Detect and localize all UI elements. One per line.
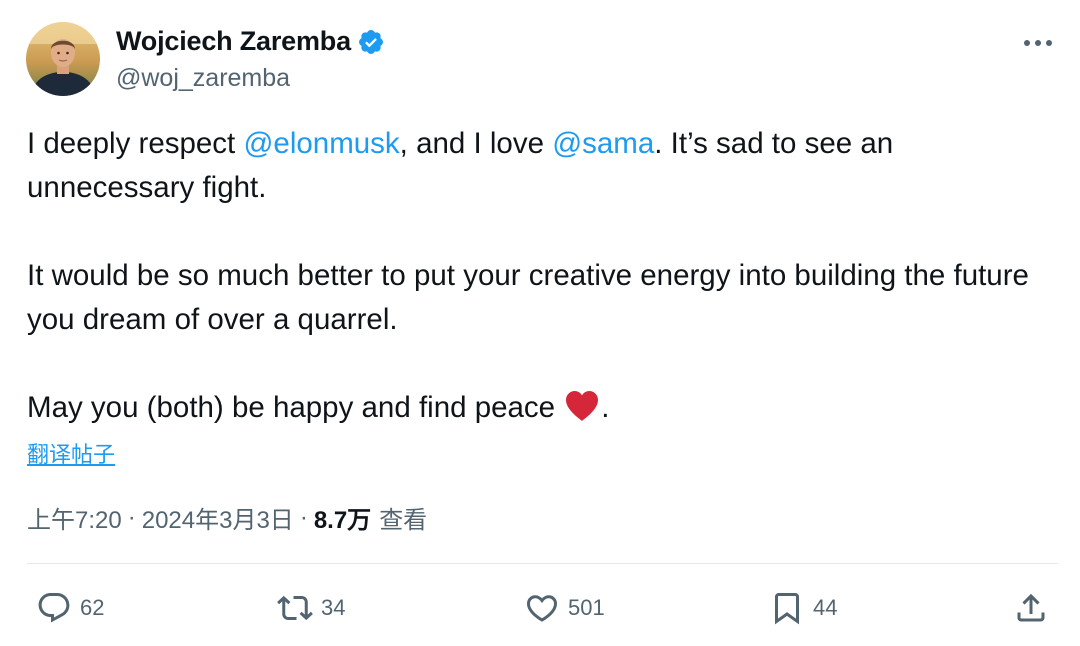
tweet-header: Wojciech Zaremba @woj_zaremba [26, 22, 1060, 98]
tweet-paragraph-2: It would be so much better to put your c… [27, 259, 1029, 336]
text-segment: May you (both) be happy and find peace [27, 391, 564, 424]
divider [27, 563, 1058, 564]
retweet-icon [277, 595, 313, 621]
tweet-paragraph-3: May you (both) be happy and find peace . [27, 386, 1047, 430]
more-options-button[interactable] [1020, 28, 1056, 58]
reply-button[interactable]: 62 [36, 586, 104, 630]
text-segment: I deeply respect [27, 127, 244, 160]
meta-separator: · [299, 503, 308, 531]
tweet-time[interactable]: 上午7:20 [27, 500, 122, 535]
tweet-date[interactable]: 2024年3月3日 [142, 500, 294, 535]
avatar[interactable] [26, 22, 100, 96]
views-count[interactable]: 8.7万 [314, 500, 371, 535]
reply-icon [38, 593, 70, 623]
author-handle[interactable]: @woj_zaremba [116, 64, 290, 93]
bookmark-count: 44 [813, 595, 838, 620]
display-name[interactable]: Wojciech Zaremba [116, 26, 351, 57]
text-segment: , and I love [399, 127, 553, 160]
action-bar: 62 34 501 44 [0, 586, 1080, 630]
name-row: Wojciech Zaremba [116, 26, 385, 57]
mention-sama[interactable]: @sama [552, 127, 654, 160]
translate-post-link[interactable]: 翻译帖子 [27, 437, 115, 469]
bookmark-button[interactable]: 44 [769, 586, 837, 630]
reply-count: 62 [80, 595, 105, 620]
heart-icon [526, 595, 558, 622]
views-label: 查看 [379, 507, 428, 534]
text-segment: . [601, 391, 610, 424]
more-horizontal-icon [1024, 40, 1052, 46]
bookmark-icon [775, 593, 799, 625]
retweet-count: 34 [321, 595, 346, 620]
meta-separator: · [127, 503, 136, 531]
tweet-text: I deeply respect @elonmusk, and I love @… [27, 122, 1047, 430]
red-heart-emoji-icon [564, 389, 600, 423]
like-count: 501 [568, 595, 605, 620]
retweet-button[interactable]: 34 [277, 586, 345, 630]
tweet-paragraph-1: I deeply respect @elonmusk, and I love @… [27, 122, 1047, 210]
share-icon [1017, 593, 1045, 622]
mention-elonmusk[interactable]: @elonmusk [243, 127, 399, 160]
tweet-meta: 上午7:20 · 2024年3月3日 · 8.7万 查看 [27, 500, 427, 535]
verified-badge-icon[interactable] [357, 28, 385, 56]
like-button[interactable]: 501 [524, 586, 605, 630]
tweet-card: Wojciech Zaremba @woj_zaremba I deeply r… [0, 0, 1080, 646]
share-button[interactable] [1013, 586, 1049, 630]
